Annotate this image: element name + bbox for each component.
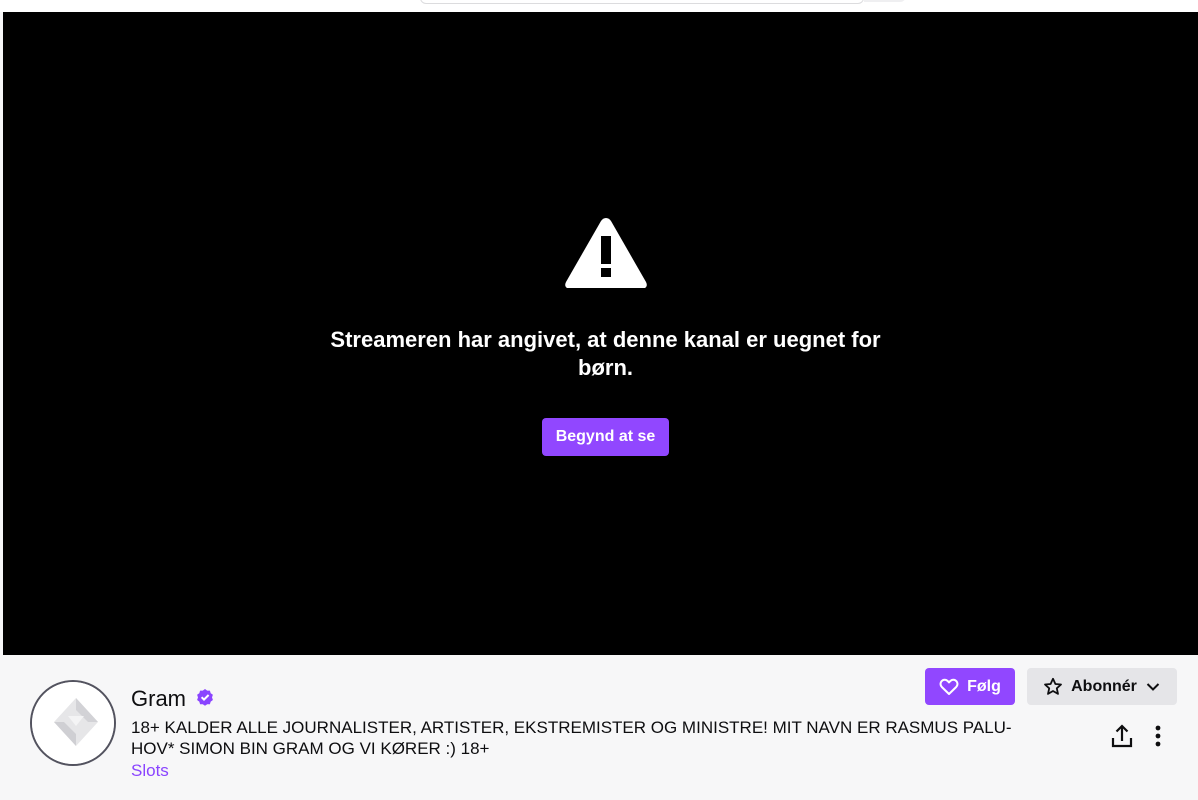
content-warning-message: Streameren har angivet, at denne kanal e… (330, 327, 881, 380)
more-options-button[interactable] (1144, 721, 1172, 753)
share-icon (1111, 724, 1133, 748)
start-watching-button[interactable]: Begynd at se (542, 418, 669, 456)
warning-triangle-icon (565, 218, 647, 288)
more-options-icon (1155, 725, 1161, 747)
search-input[interactable] (420, 0, 864, 4)
verified-badge-icon (197, 689, 213, 706)
chevron-down-icon (1146, 682, 1160, 691)
channel-info-bar: Gram 18+ KALDER ALLE JOURNALISTER, ARTIS… (3, 655, 1198, 800)
channel-avatar[interactable] (30, 680, 116, 766)
category-link[interactable]: Slots (131, 761, 169, 781)
share-button[interactable] (1106, 721, 1138, 753)
follow-button[interactable]: Følg (925, 668, 1015, 705)
channel-logo-icon (32, 682, 114, 764)
search-button[interactable] (864, 0, 906, 2)
follow-button-label: Følg (967, 677, 1001, 695)
subscribe-button-label: Abonnér (1071, 677, 1137, 695)
video-player[interactable]: Streameren har angivet, at denne kanal e… (3, 12, 1198, 655)
stream-title: 18+ KALDER ALLE JOURNALISTER, ARTISTER, … (131, 718, 1012, 758)
star-icon (1044, 677, 1063, 695)
subscribe-button[interactable]: Abonnér (1027, 668, 1177, 705)
channel-name[interactable]: Gram (131, 686, 186, 712)
heart-icon (939, 678, 959, 695)
top-navigation-bar (0, 0, 1198, 12)
